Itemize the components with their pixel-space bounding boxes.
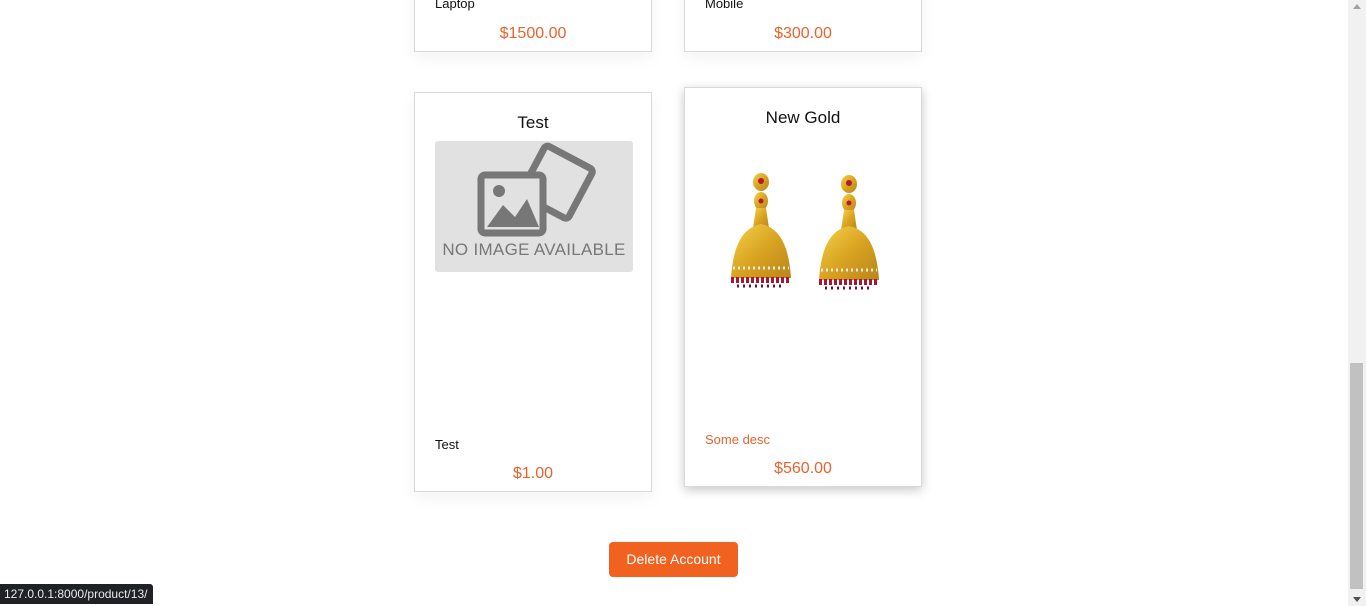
vertical-scrollbar[interactable]: [1348, 0, 1366, 606]
no-image-placeholder: NO IMAGE AVAILABLE: [435, 141, 633, 272]
product-card-test[interactable]: Test NO IMAGE AVAILABLE Test $1.00: [414, 92, 652, 492]
product-price: $300.00: [774, 25, 832, 42]
product-description: Mobile: [705, 0, 744, 11]
scrollbar-thumb[interactable]: [1350, 363, 1363, 589]
product-card-mobile[interactable]: Mobile $300.00: [684, 0, 922, 52]
product-description: Test: [435, 437, 459, 452]
page-viewport: Laptop $1500.00 Mobile $300.00 Test NO I…: [0, 0, 1366, 606]
product-title: Test: [517, 113, 549, 132]
scroll-up-arrow-icon[interactable]: [1353, 4, 1361, 9]
product-card-new-gold[interactable]: New Gold Some desc $560.00: [684, 87, 922, 487]
product-card-laptop[interactable]: Laptop $1500.00: [414, 0, 652, 52]
product-description: Some desc: [705, 432, 771, 447]
product-price: $1500.00: [499, 25, 567, 42]
no-image-text: NO IMAGE AVAILABLE: [442, 240, 626, 259]
product-price: $1.00: [512, 465, 554, 482]
product-description: Laptop: [435, 0, 475, 11]
earrings-image: [731, 173, 879, 290]
product-title: New Gold: [765, 108, 841, 127]
delete-account-button[interactable]: Delete Account: [609, 542, 738, 577]
product-price: $560.00: [774, 460, 832, 477]
status-bar-url: 127.0.0.1:8000/product/13/: [0, 584, 154, 604]
scroll-down-arrow-icon[interactable]: [1353, 597, 1361, 602]
